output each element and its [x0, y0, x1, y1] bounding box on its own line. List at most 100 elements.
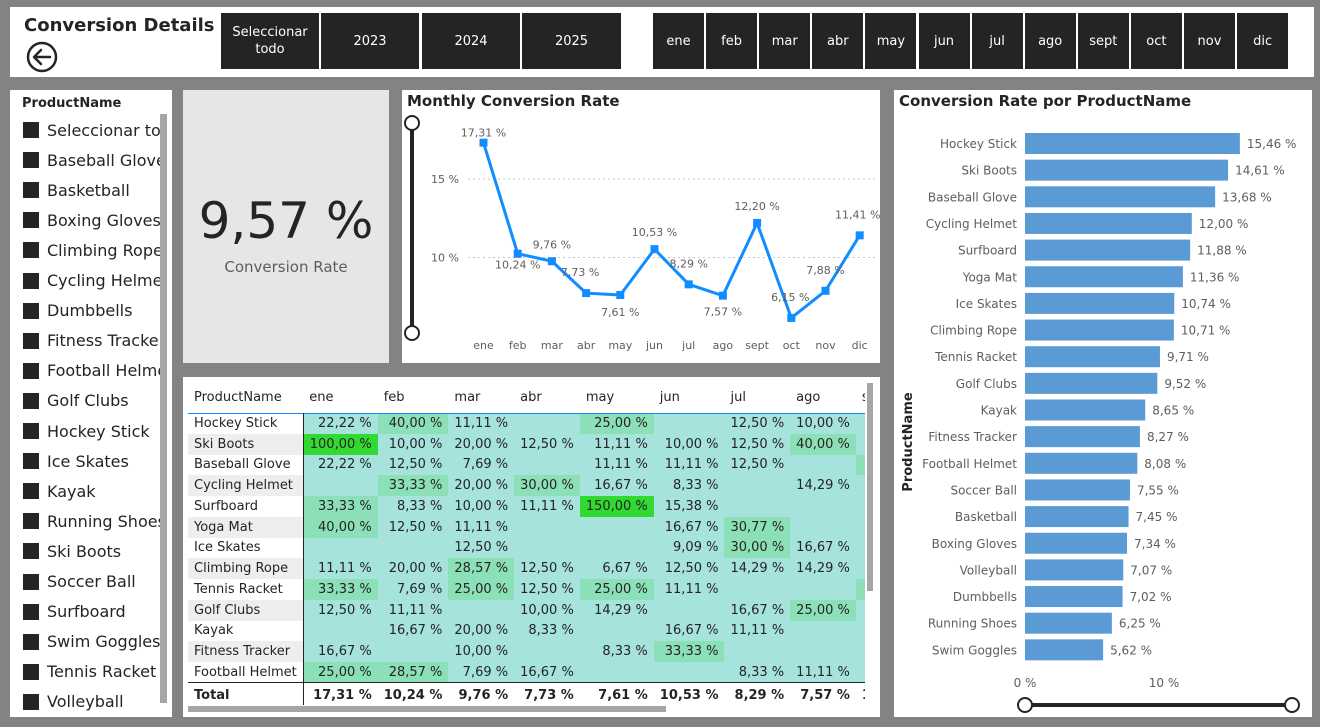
bar[interactable] [1025, 159, 1229, 181]
bar[interactable] [1025, 639, 1104, 661]
data-point[interactable] [718, 291, 727, 300]
year-button-select-all[interactable]: Seleccionar todo [221, 13, 319, 69]
bar[interactable] [1025, 372, 1158, 394]
product-option[interactable]: Baseball Glove [23, 149, 163, 171]
product-option[interactable]: Volleyball [23, 691, 163, 713]
product-option[interactable]: Dumbbells [23, 300, 163, 322]
data-point[interactable] [650, 245, 659, 254]
range-slider-handle-bottom[interactable] [404, 325, 420, 341]
month-button-nov[interactable]: nov [1184, 13, 1235, 69]
column-header[interactable]: jun [654, 383, 725, 413]
table-row[interactable]: Ice Skates 12,50 % 9,09 %30,00 %16,67 %22,… [188, 537, 865, 559]
checkbox[interactable] [23, 513, 39, 530]
checkbox[interactable] [23, 663, 39, 680]
table-row[interactable]: Surfboard 33,33 % 8,33 % 10,00 % 11,11 % 150,… [188, 496, 865, 517]
data-point[interactable] [513, 249, 522, 258]
checkbox[interactable] [23, 362, 39, 379]
range-slider-handle-top[interactable] [404, 115, 420, 131]
month-button-sept[interactable]: sept [1077, 13, 1129, 69]
data-point[interactable] [547, 257, 556, 266]
table-row[interactable]: Golf Clubs 12,50 % 11,11 % 10,00 % 14,29 % 16… [188, 599, 865, 621]
product-option[interactable]: Ice Skates [23, 450, 163, 472]
bar[interactable] [1025, 212, 1192, 234]
bar[interactable] [1025, 186, 1216, 208]
checkbox[interactable] [23, 242, 39, 259]
column-header[interactable]: jul [724, 383, 790, 413]
month-button-ago[interactable]: ago [1024, 13, 1076, 69]
month-button-oct[interactable]: oct [1130, 13, 1182, 69]
bar[interactable] [1025, 292, 1175, 314]
product-option[interactable]: Fitness Tracker [23, 330, 163, 352]
bar[interactable] [1025, 612, 1112, 634]
bar[interactable] [1025, 399, 1146, 421]
month-button-mar[interactable]: mar [759, 13, 811, 69]
checkbox[interactable] [23, 302, 39, 319]
matrix-horizontal-scrollbar[interactable] [188, 706, 666, 712]
bar[interactable] [1025, 239, 1191, 261]
column-header[interactable]: abr [514, 383, 580, 413]
data-point[interactable] [479, 138, 488, 147]
table-row[interactable]: Football Helmet 25,00 % 28,57 % 7,69 % 16,67… [188, 662, 865, 683]
column-header[interactable]: may [580, 383, 654, 413]
product-option[interactable]: Football Helmet [23, 360, 163, 382]
data-point[interactable] [821, 286, 830, 295]
table-row[interactable]: Hockey Stick 22,22 % 40,00 % 11,11 % 25,00 %… [188, 413, 865, 434]
year-button-2023[interactable]: 2023 [321, 13, 419, 69]
checkbox[interactable] [23, 152, 39, 169]
table-row[interactable]: Ski Boots 100,00 % 10,00 % 20,00 % 12,50 % 11… [188, 433, 865, 455]
column-header[interactable]: ProductName [188, 383, 303, 413]
year-button-2025[interactable]: 2025 [522, 13, 621, 69]
checkbox[interactable] [23, 122, 39, 138]
checkbox[interactable] [23, 212, 39, 229]
table-row[interactable]: Tennis Racket 33,33 % 7,69 % 25,00 % 12,50 %… [188, 579, 865, 600]
column-header[interactable]: mar [448, 383, 514, 413]
product-option[interactable]: Swim Goggles [23, 631, 163, 653]
bar[interactable] [1025, 346, 1160, 368]
product-option[interactable]: Cycling Helmet [23, 270, 163, 292]
bar[interactable] [1025, 266, 1183, 288]
bar[interactable] [1025, 133, 1240, 154]
bar[interactable] [1025, 559, 1124, 581]
month-button-ene[interactable]: ene [653, 13, 704, 69]
data-point[interactable] [855, 231, 864, 240]
product-option[interactable]: Ski Boots [23, 540, 163, 562]
year-button-2024[interactable]: 2024 [422, 13, 520, 69]
checkbox[interactable] [23, 453, 39, 470]
data-point[interactable] [753, 218, 762, 227]
checkbox[interactable] [23, 573, 39, 590]
bar[interactable] [1025, 532, 1128, 554]
checkbox[interactable] [23, 693, 39, 710]
data-point[interactable] [582, 289, 591, 298]
range-slider-handle-right[interactable] [1284, 697, 1300, 713]
table-row[interactable]: Kayak16,67 %20,00 %8,33 %16,67 %11,11 %1… [188, 620, 865, 642]
column-header[interactable]: ago [790, 383, 856, 413]
bar[interactable] [1025, 452, 1138, 474]
month-button-jul[interactable]: jul [971, 13, 1023, 69]
checkbox[interactable] [23, 332, 39, 349]
data-point[interactable] [616, 291, 625, 300]
product-option[interactable]: Tennis Racket [23, 661, 163, 683]
checkbox[interactable] [23, 392, 39, 409]
product-option[interactable]: Surfboard [23, 601, 163, 623]
data-point[interactable] [787, 313, 796, 322]
month-button-jun[interactable]: jun [918, 13, 970, 69]
column-header[interactable]: sept [856, 383, 865, 413]
checkbox[interactable] [23, 272, 39, 289]
product-option[interactable]: Seleccionar to... [23, 119, 163, 141]
range-slider-handle-left[interactable] [1017, 697, 1033, 713]
bar[interactable] [1025, 586, 1123, 608]
column-header[interactable]: ene [303, 383, 377, 413]
product-option[interactable]: Golf Clubs [23, 390, 163, 412]
bar[interactable] [1025, 506, 1129, 528]
month-button-abr[interactable]: abr [812, 13, 864, 69]
product-option[interactable]: Running Shoes [23, 510, 163, 532]
column-header[interactable]: feb [378, 383, 449, 413]
bar[interactable] [1025, 426, 1140, 448]
product-slicer-scrollbar[interactable] [160, 114, 167, 703]
month-button-dic[interactable]: dic [1237, 13, 1289, 69]
checkbox[interactable] [23, 633, 39, 650]
matrix-vertical-scrollbar[interactable] [867, 383, 873, 591]
checkbox[interactable] [23, 543, 39, 560]
table-row[interactable]: Baseball Glove 22,22 % 12,50 % 7,69 % 11,11 … [188, 454, 865, 476]
product-option[interactable]: Climbing Rope [23, 239, 163, 261]
